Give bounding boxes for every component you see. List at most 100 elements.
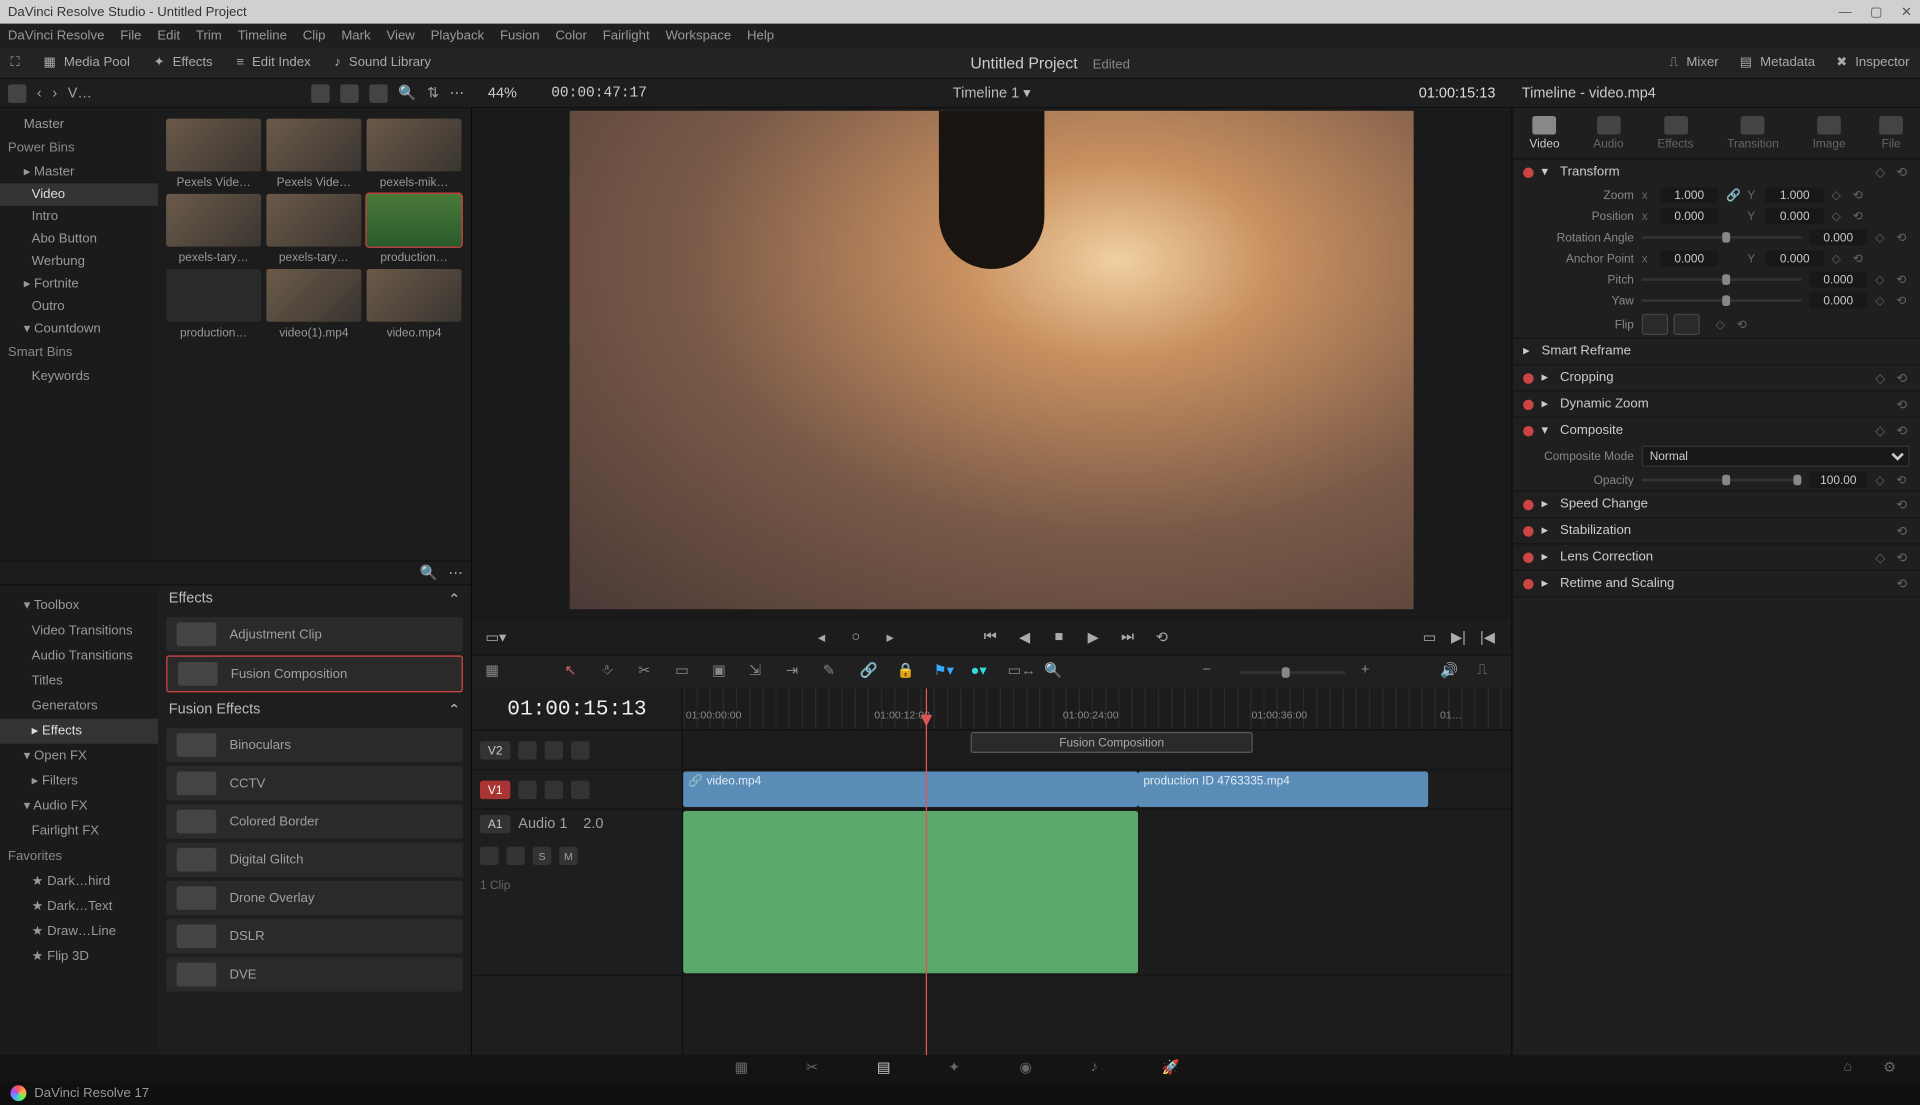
zoom-percent[interactable]: 44% (488, 85, 517, 101)
collapse-icon[interactable]: ⌃ (448, 591, 460, 608)
audio-icon[interactable]: 🔊 (1440, 661, 1461, 682)
marker-nav-icon[interactable]: ○ (845, 626, 866, 647)
yaw-slider[interactable] (1642, 299, 1802, 302)
fx-fairlight[interactable]: Fairlight FX (0, 819, 158, 844)
loop-icon[interactable]: ⟲ (1151, 626, 1172, 647)
bin-outro[interactable]: Outro (0, 295, 158, 317)
fav-item[interactable]: ★ Draw…Line (0, 919, 158, 944)
clip-fusion-composition[interactable]: Fusion Composition (971, 732, 1253, 753)
lock-icon[interactable] (518, 780, 536, 798)
insert-icon[interactable]: ▭ (675, 661, 696, 682)
fx-titles[interactable]: Titles (0, 669, 158, 694)
timeline-view-icon[interactable]: ▦ (485, 661, 506, 682)
view-mode-icon[interactable]: ▭▾ (485, 626, 506, 647)
flip-h-button[interactable] (1642, 314, 1668, 335)
bin-master[interactable]: ▸ Master (0, 161, 158, 183)
nav-back-icon[interactable]: ‹ (37, 85, 42, 101)
inspector-tab-effects[interactable]: Effects (1657, 116, 1693, 150)
inspector-tab-file[interactable]: File (1879, 116, 1903, 150)
bin-master-top[interactable]: Master (0, 113, 158, 135)
zoom-slider[interactable] (1240, 671, 1345, 674)
close-button[interactable]: ✕ (1901, 5, 1912, 20)
inspector-tab-image[interactable]: Image (1813, 116, 1846, 150)
viewer[interactable] (472, 108, 1511, 620)
thumb-clip[interactable]: pexels-tary… (266, 194, 361, 264)
zoom-y-field[interactable]: 1.000 (1766, 187, 1824, 203)
rotation-field[interactable]: 0.000 (1809, 229, 1867, 245)
solo-button[interactable]: S (533, 847, 551, 865)
fx-filters[interactable]: ▸ Filters (0, 769, 158, 794)
first-frame-icon[interactable]: ⏮ (980, 626, 1001, 647)
flip-v-button[interactable] (1673, 314, 1699, 335)
fx-effects[interactable]: ▸ Effects (0, 719, 158, 744)
stop-icon[interactable]: ■ (1048, 626, 1069, 647)
track-lane-v1[interactable]: 🔗 video.mp4 production ID 4763335.mp4 (683, 770, 1511, 810)
step-r-icon[interactable]: ▶| (1448, 626, 1469, 647)
list-view-icon[interactable] (369, 84, 387, 102)
fx-generators[interactable]: Generators (0, 694, 158, 719)
fx-colored-border[interactable]: Colored Border (166, 804, 463, 838)
fx-audiofx[interactable]: ▾ Audio FX (0, 794, 158, 819)
thumb-clip[interactable]: Pexels Vide… (166, 119, 261, 189)
thumb-clip[interactable]: video(1).mp4 (266, 269, 361, 339)
mixer-toggle[interactable]: ⎍ Mixer (1669, 55, 1718, 70)
link-icon[interactable]: 🔗 (860, 661, 881, 682)
page-fusion-icon[interactable]: ✦ (948, 1059, 972, 1077)
timeline-selector[interactable]: Timeline 1 ▾ (953, 84, 1031, 101)
nav-fwd-icon[interactable]: › (52, 85, 57, 101)
track-lane-a1[interactable] (683, 810, 1511, 976)
opacity-slider[interactable] (1642, 479, 1802, 482)
bin-view-icon[interactable] (8, 84, 26, 102)
menu-davinci[interactable]: DaVinci Resolve (8, 28, 105, 43)
play-icon[interactable]: ▶ (1083, 626, 1104, 647)
link-icon[interactable]: 🔗 (1726, 188, 1739, 203)
track-header-a1[interactable]: A1 Audio 1 2.0 S M 1 Clip (472, 810, 682, 976)
menu-fairlight[interactable]: Fairlight (603, 28, 650, 43)
thumb-clip[interactable]: pexels-tary… (166, 194, 261, 264)
fx-adjustment-clip[interactable]: Adjustment Clip (166, 617, 463, 651)
menu-view[interactable]: View (386, 28, 414, 43)
zoom-in-icon[interactable]: + (1361, 661, 1382, 682)
sort-icon[interactable]: ⇅ (427, 84, 439, 101)
thumb-clip[interactable]: production… (367, 194, 462, 264)
keyframe-icon[interactable]: ◇ (1875, 165, 1888, 178)
pitch-slider[interactable] (1642, 278, 1802, 281)
search-icon[interactable]: 🔍 (398, 84, 416, 101)
overwrite-icon[interactable]: ▣ (712, 661, 733, 682)
lock-icon[interactable]: 🔒 (897, 661, 918, 682)
fx-fusion-composition[interactable]: Fusion Composition (166, 655, 463, 692)
menu-color[interactable]: Color (555, 28, 587, 43)
speed-change-header[interactable]: Speed Change (1560, 497, 1648, 512)
auto-select-icon[interactable] (506, 847, 524, 865)
reset-icon[interactable]: ⟲ (1896, 165, 1909, 178)
panel-more-icon[interactable]: ⋯ (448, 564, 463, 581)
page-edit-icon[interactable]: ▤ (877, 1059, 901, 1077)
zoom-out-icon[interactable]: − (1203, 661, 1224, 682)
bin-fortnite[interactable]: ▸ Fortnite (0, 273, 158, 295)
bin-werbung[interactable]: Werbung (0, 251, 158, 273)
bin-video[interactable]: Video (0, 183, 158, 205)
menu-clip[interactable]: Clip (303, 28, 326, 43)
track-header-v1[interactable]: V1 (472, 770, 682, 810)
effects-toggle[interactable]: ✦ Effects (154, 55, 213, 70)
sound-library-toggle[interactable]: ♪ Sound Library (334, 55, 431, 70)
minimize-button[interactable]: — (1838, 5, 1851, 20)
page-fairlight-icon[interactable]: ♪ (1091, 1059, 1115, 1077)
page-cut-icon[interactable]: ✂ (806, 1059, 830, 1077)
bin-keywords[interactable]: Keywords (0, 365, 158, 387)
inspector-tab-transition[interactable]: Transition (1727, 116, 1779, 150)
thumb-clip[interactable]: video.mp4 (367, 269, 462, 339)
fx-toolbox[interactable]: ▾ Toolbox (0, 593, 158, 618)
anchor-y-field[interactable]: 0.000 (1766, 251, 1824, 267)
menu-mark[interactable]: Mark (341, 28, 370, 43)
menu-file[interactable]: File (120, 28, 141, 43)
inspector-tab-audio[interactable]: Audio (1593, 116, 1623, 150)
match-frame-icon[interactable]: ▭ (1419, 626, 1440, 647)
playhead[interactable] (926, 688, 927, 1055)
bin-intro[interactable]: Intro (0, 206, 158, 228)
clip-video1[interactable]: 🔗 video.mp4 (683, 771, 1138, 807)
append-icon[interactable]: ⇥ (786, 661, 807, 682)
fx-audio-transitions[interactable]: Audio Transitions (0, 644, 158, 669)
anchor-x-field[interactable]: 0.000 (1660, 251, 1718, 267)
disable-icon[interactable] (571, 780, 589, 798)
